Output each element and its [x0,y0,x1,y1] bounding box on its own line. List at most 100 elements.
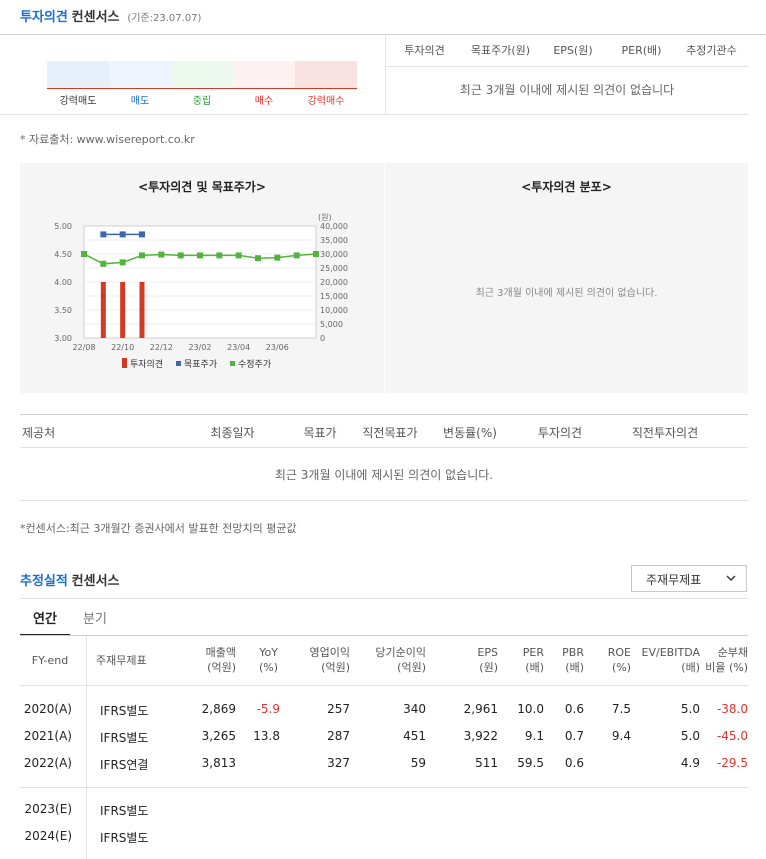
estimate-cell-roe: 9.4 [611,729,631,743]
adjusted-price-point [81,251,87,257]
estimate-cell-roe: 7.5 [611,702,631,716]
adjusted-price-point [216,252,223,259]
right-tick-label: 40,000 [320,222,348,231]
provider-empty-message: 최근 3개월 이내에 제시된 의견이 없습니다. [274,468,494,482]
x-tick-label: 22/08 [72,343,95,352]
col-header-line2: (억원) [397,661,426,674]
opinion-title-black: 컨센서스 [71,10,120,25]
col-header-line2: 비율 (%) [705,661,748,674]
opinion-col-header: 추정기관수 [686,44,737,57]
right-tick-label: 20,000 [320,278,348,287]
estimate-cell-fs: IFRS별도 [100,704,149,718]
tab-annual[interactable]: 연간 [20,608,70,627]
consensus-footnote: *컨센서스:최근 3개월간 증권사에서 발표한 전망치의 평균값 [20,522,297,535]
opinion-col-header: PER(배) [621,44,662,57]
estimate-col-header: 매출액 (억원) [188,645,236,675]
estimate-cell-op: 287 [327,729,350,743]
opinion-col-header: EPS(원) [553,44,593,57]
col-header-line1: 순부채 [717,646,748,659]
estimate-cell-per: 9.1 [524,729,544,743]
estimate-cell-fs: IFRS별도 [100,804,149,818]
col-header-line2: (원) [479,661,498,674]
provider-col-header: 직전투자의견 [631,426,699,440]
opinion-section-title: 투자의견 컨센서스 (기준:23.07.07) [20,6,201,25]
legend-marker [176,361,181,366]
col-header-line1: EV/EBITDA [641,646,700,659]
header-divider [386,66,748,67]
dropdown-value: 주재무제표 [646,573,702,587]
estimate-col-header: 당기순이익 (억원) [356,645,426,675]
estimate-cell-net: 59 [410,756,426,770]
legend-label: 투자의견 [130,358,163,370]
dist-empty-message: 최근 3개월 이내에 제시된 의견이 없습니다. [475,288,658,299]
col-header-line1: YoY [259,646,278,659]
estimate-cell-eps: 3,922 [463,729,498,743]
adjusted-price-point [177,252,184,259]
adjusted-price-point [313,251,319,257]
source-note: * 자료출처: www.wisereport.co.kr [20,133,195,146]
opinion-empty-message: 최근 3개월 이내에 제시된 의견이 없습니다 [459,83,675,97]
estimate-row: 2023(E) IFRS별도 [0,802,766,822]
scale-segment [109,61,171,89]
estimate-cell-ev: 5.0 [680,729,700,743]
estimate-cell-fy: 2021(A) [23,729,72,743]
estimate-col-header: EPS (원) [440,645,498,675]
estimate-cell-per: 59.5 [517,756,544,770]
adjusted-price-point [293,252,300,259]
estimate-cell-fy: 2022(A) [23,756,72,770]
estimate-cell-eps: 511 [475,756,498,770]
col-header-line1: ROE [607,646,631,659]
x-tick-label: 22/12 [150,343,173,352]
target-price-point [100,231,107,238]
col-header-line2: (%) [611,661,631,674]
estimate-cell-pbr: 0.7 [564,729,584,743]
opinion-bar [120,282,126,338]
estimate-title-blue: 추정실적 [20,574,68,589]
x-tick-label: 22/10 [111,343,134,352]
statement-type-dropdown[interactable]: 주재무제표 [631,565,747,592]
opinion-target-chart: 5.00 4.50 4.00 3.50 3.00 40,000 35,000 30,000 25… [54,213,348,370]
estimate-cell-yoy: -5.9 [256,702,280,716]
col-header-line1: 당기순이익 [375,646,426,659]
section-bottom-line [0,114,748,115]
estimate-cell-fy: 2024(E) [24,829,72,843]
opinion-col-header: 목표주가(원) [470,44,531,57]
scale-label: 매도 [130,96,150,107]
estimate-cell-fy: 2023(E) [24,802,72,816]
scale-segment [295,61,357,89]
provider-col-header: 제공처 [22,426,56,440]
section-divider [0,34,766,35]
col-header-line2: (배) [681,661,700,674]
estimate-cell-per: 10.0 [517,702,544,716]
x-tick-label: 23/02 [188,343,211,352]
estimate-cell-op: 327 [327,756,350,770]
estimate-row: 2020(A) IFRS별도 2,869 -5.9 257 340 2,961 10.0 0.6… [0,702,766,722]
estimate-cell-rev: 3,813 [201,756,236,770]
opinion-bar [100,282,106,338]
adjusted-price-point [119,259,126,266]
estimate-cell-net: 340 [403,702,426,716]
provider-col-header: 투자의견 [537,426,583,440]
right-tick-label: 15,000 [320,292,348,301]
opinion-col-header: 투자의견 [404,44,445,57]
left-tick-label: 4.00 [54,278,72,287]
provider-col-header: 변동률(%) [443,426,497,440]
chevron-down-icon [726,575,736,581]
legend-label: 목표주가 [184,359,217,370]
estimate-cell-fy: 2020(A) [23,702,72,716]
estimate-row: 2021(A) IFRS별도 3,265 13.8 287 451 3,922 9.1 0.7 9… [0,729,766,749]
scale-segment [171,61,233,89]
tab-quarterly[interactable]: 분기 [72,608,118,627]
left-tick-label: 4.50 [54,250,72,259]
adjusted-price-point [139,252,145,259]
estimate-cell-op: 257 [327,702,350,716]
estimate-cell-debt: -29.5 [716,756,748,770]
provider-col-header: 최종일자 [210,426,255,440]
col-header-line2: (배) [565,661,584,674]
estimate-cell-debt: -45.0 [716,729,748,743]
col-header-line2: (배) [525,661,544,674]
col-header-line2: (억원) [321,661,350,674]
right-tick-label: 0 [320,334,325,343]
scale-segment [47,61,109,89]
scale-label: 매수 [254,96,274,107]
